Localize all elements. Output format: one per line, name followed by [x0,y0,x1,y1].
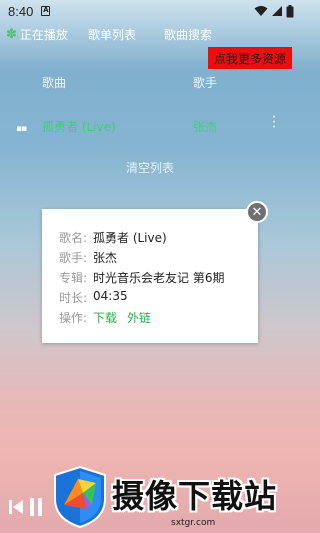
tab-playlist[interactable]: 歌单列表 [78,22,154,46]
signal-icon [272,6,282,16]
external-link[interactable]: 外链 [127,309,151,326]
watermark-url: sxtgr.com [171,518,216,528]
download-link[interactable]: 下载 [93,309,117,326]
player-controls [8,498,42,516]
title-value: 孤勇者 (Live) [93,231,167,245]
app-screen: { "status_bar": { "time": "8:40", "notif… [0,0,300,533]
dialog-title-row: 歌名: 孤勇者 (Live) [59,229,167,246]
song-singer: 张杰 [193,120,218,134]
title-label: 歌名: [59,231,88,245]
song-column-header: 歌曲 [42,76,67,90]
notification-icon: A [41,6,51,16]
dialog-duration-row: 时长: 04:35 [59,289,128,306]
tab-playlist-label: 歌单列表 [88,27,137,42]
flower-icon: ✽ [6,26,17,42]
song-title: 孤勇者 (Live) [42,120,116,134]
album-value: 时光音乐会老友记 第6期 [93,271,225,285]
pause-icon [30,498,34,516]
playing-indicator-icon: ▪▪ [16,124,27,134]
previous-track-button[interactable] [8,499,24,515]
dialog-album-row: 专辑: 时光音乐会老友记 第6期 [59,269,224,286]
watermark: 摄像下载站 sxtgr.com [50,465,300,533]
status-icons [254,4,294,18]
tab-now-playing[interactable]: ✽ 正在播放 [0,22,78,46]
tab-bar: ✽ 正在播放 歌单列表 歌曲搜索 [0,22,300,46]
actions-label: 操作: [59,311,88,325]
singer-label: 歌手: [59,251,88,265]
battery-icon [286,4,294,17]
shield-logo-icon [54,465,106,529]
dialog-singer-row: 歌手: 张杰 [59,249,117,266]
tab-search-label: 歌曲搜索 [164,27,213,42]
tab-search[interactable]: 歌曲搜索 [154,22,212,46]
close-dialog-button[interactable]: ✕ [246,201,268,223]
song-row[interactable]: ▪▪ 孤勇者 (Live) 张杰 · · · [0,110,300,138]
watermark-title: 摄像下载站 [112,477,278,515]
album-label: 专辑: [59,271,88,285]
clock: 8:40 [8,3,34,19]
status-bar: 8:40 A [0,0,300,22]
more-resources-button[interactable]: 点我更多资源 [208,47,292,69]
duration-value: 04:35 [93,289,128,303]
more-options-icon[interactable]: · · · [270,110,278,135]
pause-button[interactable] [30,498,42,516]
singer-column-header: 歌手 [193,76,218,90]
duration-label: 时长: [59,291,88,305]
dialog-actions-row: 操作: 下载 外链 [59,309,161,326]
close-icon: ✕ [251,204,263,220]
previous-icon [9,500,23,514]
clear-list-button[interactable]: 清空列表 [126,159,174,176]
wifi-icon [254,6,268,16]
song-info-dialog: 歌名: 孤勇者 (Live) 歌手: 张杰 专辑: 时光音乐会老友记 第6期 时… [42,209,258,343]
tab-now-playing-label: 正在播放 [19,27,68,42]
singer-value: 张杰 [93,251,118,265]
